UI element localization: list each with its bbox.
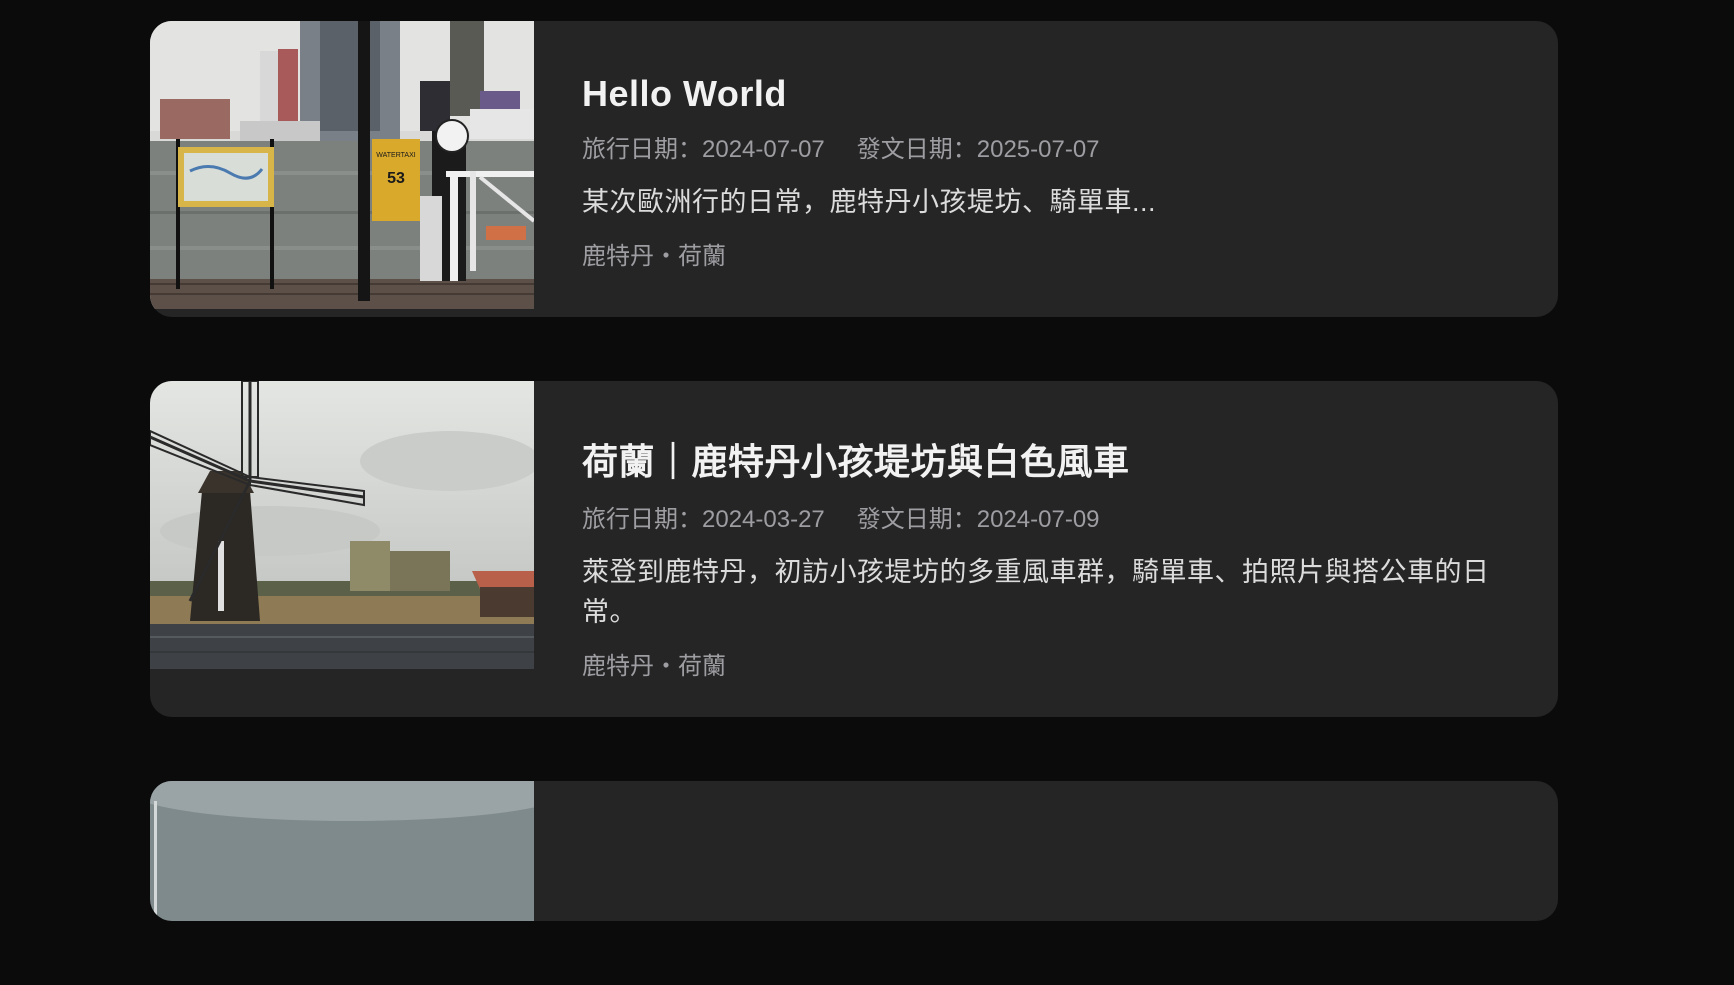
sign-number: 53 <box>387 170 405 187</box>
sign-text: WATERTAXI <box>376 152 415 159</box>
post-title[interactable]: Hello World <box>582 73 1510 115</box>
post-title[interactable]: 荷蘭｜鹿特丹小孩堤坊與白色風車 <box>582 433 1510 485</box>
post-feed: WATERTAXI 53 Hello World 旅行日期：2024-07-07… <box>150 21 1558 985</box>
post-meta: 旅行日期：2024-03-27 發文日期：2024-07-09 <box>582 499 1510 534</box>
post-card[interactable] <box>150 781 1558 921</box>
post-excerpt: 某次歐洲行的日常，鹿特丹小孩堤坊、騎單車... <box>582 187 1157 217</box>
post-date: 發文日期：2025-07-07 <box>856 136 1100 163</box>
post-card[interactable]: WATERTAXI 53 Hello World 旅行日期：2024-07-07… <box>150 21 1558 317</box>
post-thumbnail[interactable] <box>150 381 534 669</box>
post-thumbnail[interactable] <box>150 781 534 921</box>
post-excerpt: 萊登到鹿特丹，初訪小孩堤坊的多重風車群，騎單車、拍照片與搭公車的日常。 <box>582 557 1490 627</box>
windmill-photo <box>150 381 534 669</box>
post-meta: 旅行日期：2024-07-07 發文日期：2025-07-07 <box>582 129 1510 164</box>
post-thumbnail[interactable]: WATERTAXI 53 <box>150 21 534 309</box>
post-location: 鹿特丹・荷蘭 <box>582 243 726 270</box>
post-card[interactable]: 荷蘭｜鹿特丹小孩堤坊與白色風車 旅行日期：2024-03-27 發文日期：2024… <box>150 381 1558 717</box>
post-body <box>534 781 1558 921</box>
post-location: 鹿特丹・荷蘭 <box>582 653 726 680</box>
post-date: 發文日期：2024-07-09 <box>856 506 1100 533</box>
landscape-photo <box>150 781 534 921</box>
post-body: 荷蘭｜鹿特丹小孩堤坊與白色風車 旅行日期：2024-03-27 發文日期：2024… <box>534 381 1558 717</box>
travel-date: 旅行日期：2024-07-07 <box>582 136 825 163</box>
rotterdam-waterfront-photo: WATERTAXI 53 <box>150 21 534 309</box>
post-body: Hello World 旅行日期：2024-07-07 發文日期：2025-07-… <box>534 21 1558 317</box>
travel-date: 旅行日期：2024-03-27 <box>582 506 825 533</box>
